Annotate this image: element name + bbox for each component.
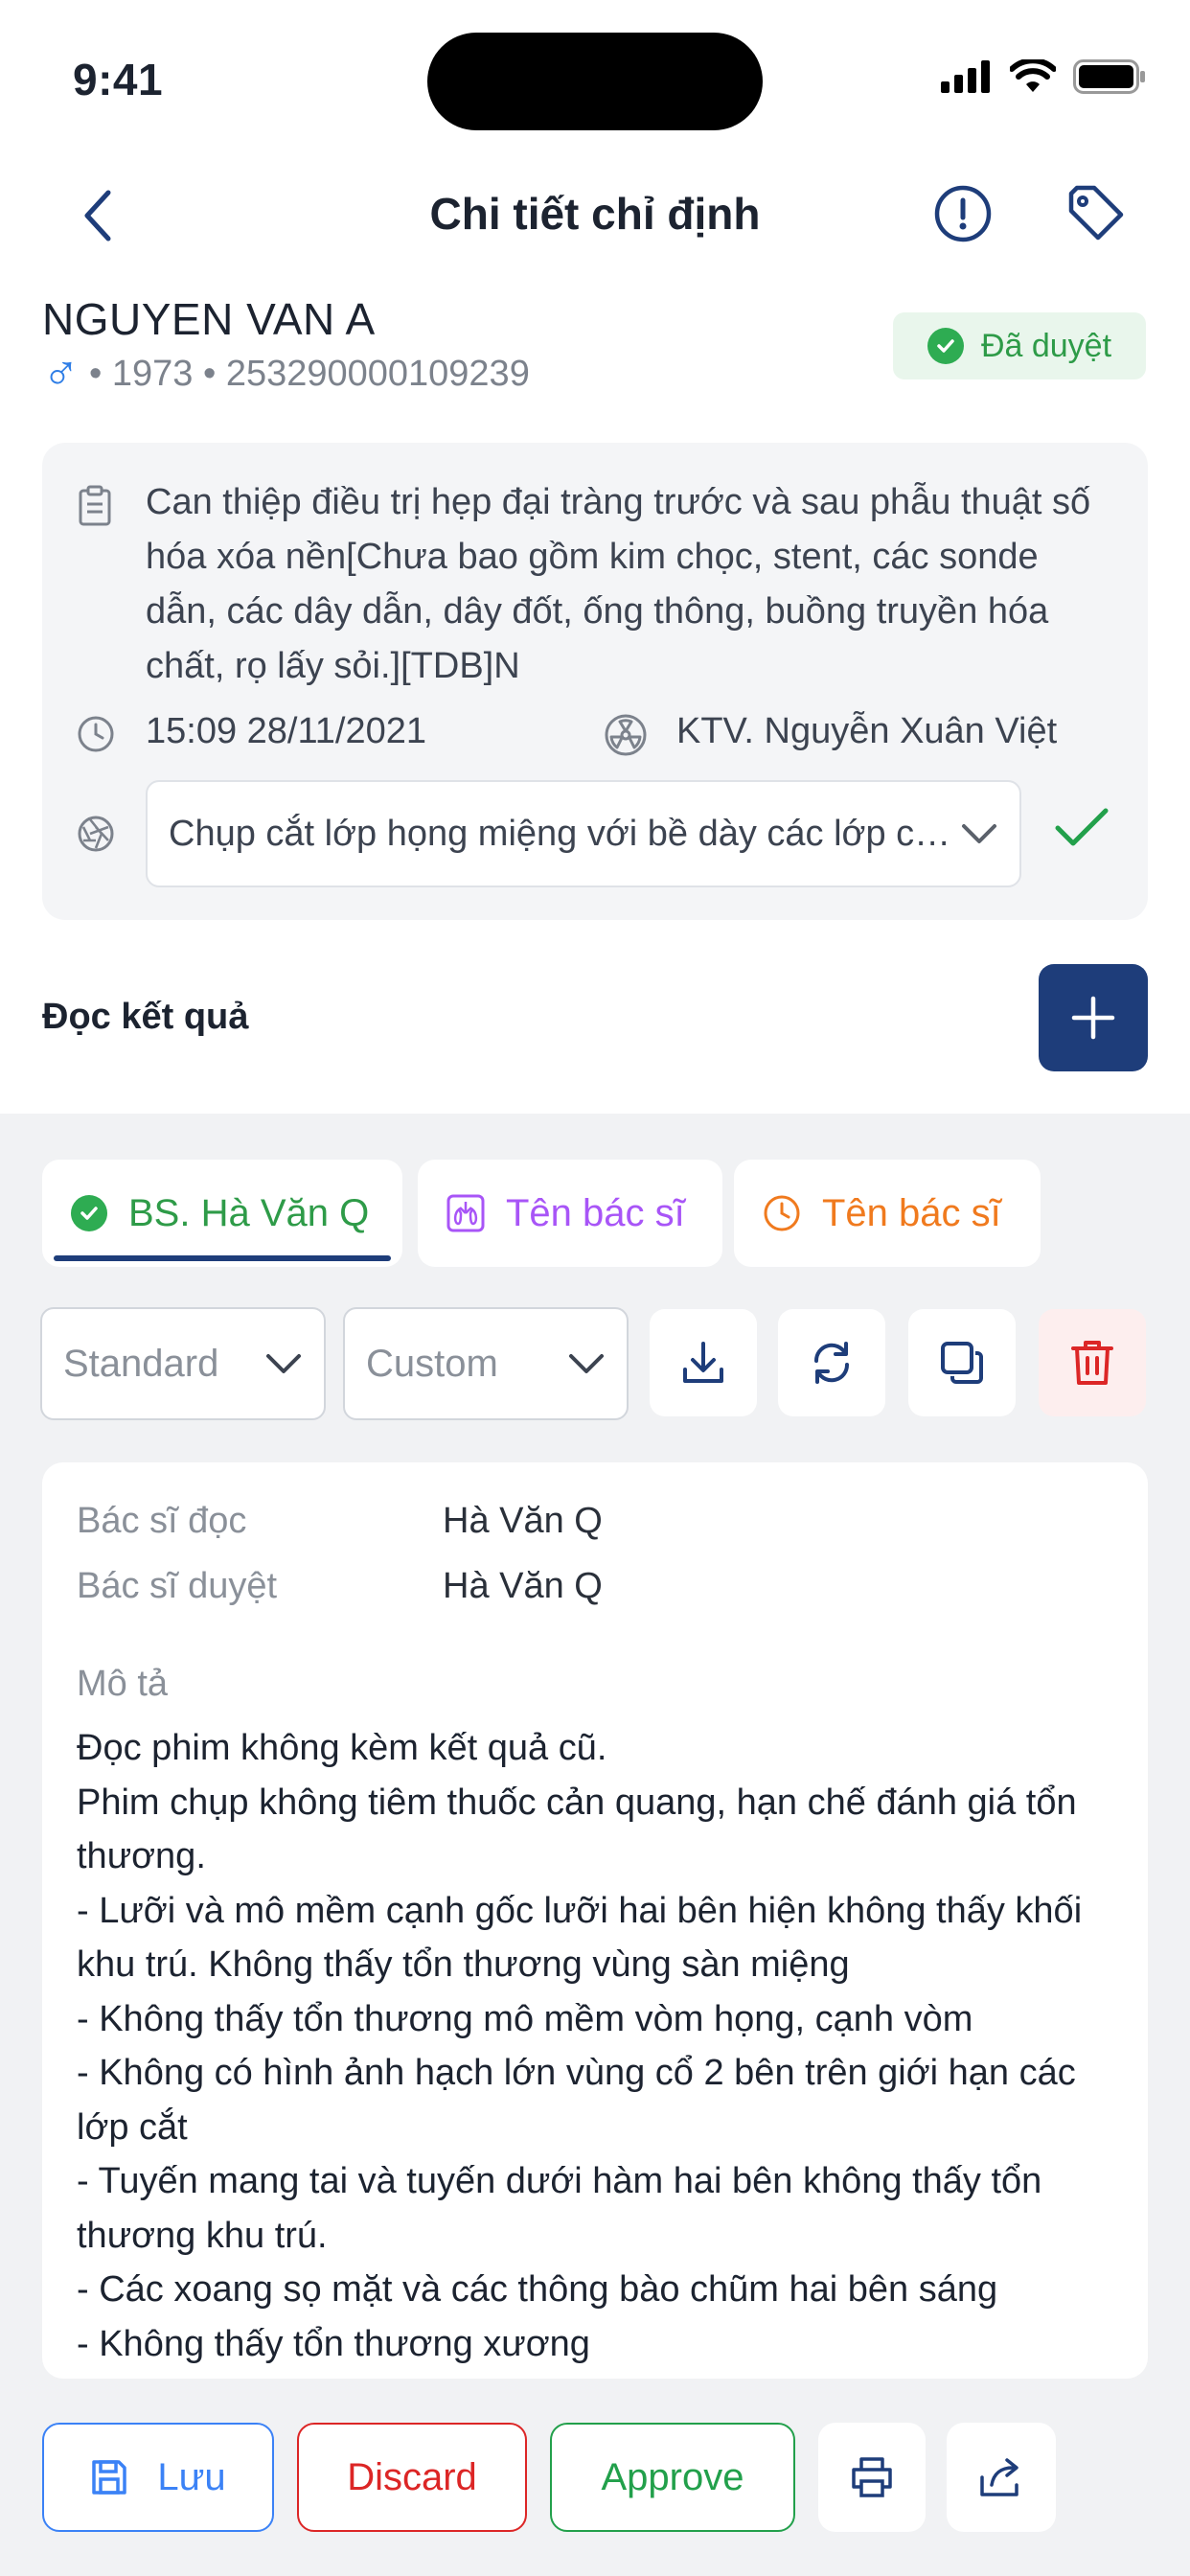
custom-select[interactable]: Custom [343,1307,629,1420]
custom-select-value: Custom [366,1342,498,1385]
clock-icon [764,1195,800,1231]
approve-button[interactable]: Approve [550,2423,795,2532]
aperture-icon [78,816,114,852]
tab-doctor-lung[interactable]: Tên bác sĩ [418,1160,722,1267]
tab-label: Tên bác sĩ [506,1191,685,1234]
patient-birth-id: • 1973 • 253290000109239 [89,353,530,394]
check-circle-icon [927,328,964,364]
approver-value: Hà Văn Q [443,1566,603,1606]
lung-icon [446,1194,485,1232]
procedure-text: Can thiệp điều trị hẹp đại tràng trước v… [146,482,1091,686]
trash-icon [1071,1341,1113,1385]
print-button[interactable] [818,2423,926,2532]
reader-value: Hà Văn Q [443,1501,603,1541]
save-icon [92,2460,127,2495]
confirm-check-icon[interactable] [1054,807,1110,849]
info-icon [934,185,992,242]
radiation-icon [605,714,647,756]
chevron-down-icon [569,1354,604,1373]
service-select[interactable]: Chụp cắt lớp họng miệng với bề dày các l… [146,780,1021,887]
clock-icon [78,716,114,752]
check-circle-icon [71,1195,107,1231]
wifi-icon [1010,59,1056,92]
approver-label: Bác sĩ duyệt [77,1566,278,1606]
tag-button[interactable] [1064,182,1127,245]
dynamic-island [427,33,763,130]
reader-label: Bác sĩ đọc [77,1501,247,1541]
description-text[interactable]: Đọc phim không kèm kết quả cũ. Phim chụp… [77,1721,1121,2373]
plus-icon [1071,996,1115,1040]
description-label: Mô tả [77,1664,169,1704]
discard-label: Discard [347,2455,477,2498]
signal-icon [941,60,990,93]
info-button[interactable] [931,182,995,245]
male-gender-icon: ♂ [42,346,80,402]
status-badge: Đã duyệt [893,312,1146,380]
download-button[interactable] [650,1309,757,1416]
status-time: 9:41 [73,55,164,104]
page-title: Chi tiết chỉ định [429,189,761,239]
share-icon [980,2458,1018,2496]
approve-label: Approve [601,2455,744,2498]
tab-label: BS. Hà Văn Q [128,1191,370,1234]
sync-button[interactable] [778,1309,885,1416]
patient-meta: ♂ • 1973 • 253290000109239 [42,349,530,399]
tab-doctor-pending[interactable]: Tên bác sĩ [734,1160,1041,1267]
print-icon [852,2457,892,2497]
add-result-button[interactable] [1039,964,1148,1071]
chevron-down-icon [266,1354,301,1373]
template-select-value: Standard [63,1342,219,1385]
download-icon [683,1342,723,1383]
order-datetime: 15:09 28/11/2021 [146,711,427,751]
read-results-title: Đọc kết quả [42,997,249,1037]
service-select-value: Chụp cắt lớp họng miệng với bề dày các l… [169,813,960,854]
tab-label: Tên bác sĩ [822,1191,1001,1234]
chevron-down-icon [962,824,996,843]
tag-icon [1068,185,1124,241]
status-label: Đã duyệt [980,327,1112,364]
save-button[interactable]: Lưu [42,2423,274,2532]
discard-button[interactable]: Discard [297,2423,527,2532]
patient-name: NGUYEN VAN A [42,294,376,344]
sync-icon [813,1342,850,1384]
status-icons [941,59,1146,94]
save-label: Lưu [157,2455,226,2498]
active-tab-indicator [54,1255,391,1261]
copy-icon [941,1342,983,1384]
copy-button[interactable] [908,1309,1016,1416]
technician-name: KTV. Nguyễn Xuân Việt [676,711,1058,751]
share-button[interactable] [947,2423,1056,2532]
clipboard-icon [79,485,111,526]
tab-doctor-approved[interactable]: BS. Hà Văn Q [42,1160,402,1267]
template-select[interactable]: Standard [40,1307,326,1420]
delete-button[interactable] [1039,1309,1146,1416]
battery-icon [1073,59,1145,94]
